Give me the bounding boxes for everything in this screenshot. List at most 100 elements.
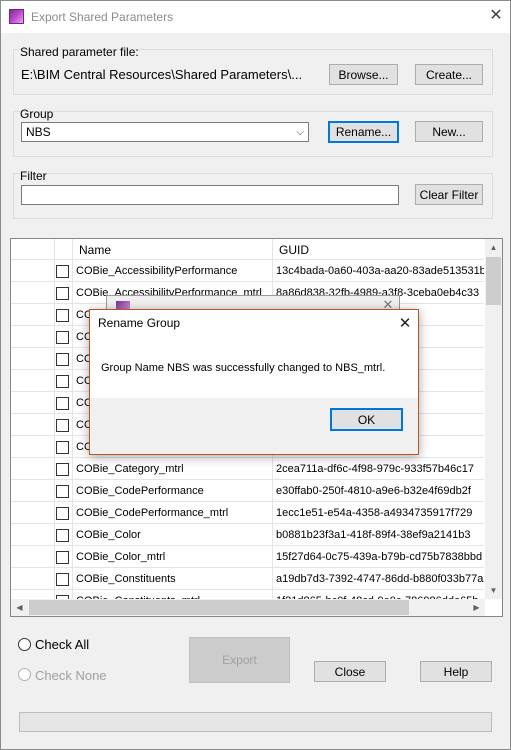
scroll-down-icon[interactable]: ▼	[485, 582, 502, 599]
row-selector[interactable]	[11, 282, 55, 304]
table-row[interactable]: COBie_AccessibilityPerformance 13c4bada-0…	[11, 260, 484, 282]
row-check-cell	[55, 436, 73, 458]
scroll-left-icon[interactable]: ◀	[11, 599, 28, 616]
row-selector[interactable]	[11, 326, 55, 348]
table-row[interactable]: COBie_Color b0881b23f3a1-418f-89f4-38ef9a…	[11, 524, 484, 546]
check-none-radio	[18, 668, 31, 681]
row-check-cell	[55, 480, 73, 502]
rename-group-dialog: Rename Group ✕ Group Name NBS was succes…	[89, 309, 419, 455]
row-guid: b0881b23f3a1-418f-89f4-38ef9a2141b3	[276, 529, 471, 541]
create-button[interactable]: Create...	[415, 64, 483, 85]
row-checkbox[interactable]	[56, 352, 69, 366]
ok-button[interactable]: OK	[330, 408, 403, 431]
hscroll-thumb[interactable]	[29, 600, 409, 615]
table-row[interactable]: COBie_Color_mtrl 15f27d64-0c75-439a-b79b-…	[11, 546, 484, 568]
scroll-right-icon[interactable]: ▶	[468, 599, 485, 616]
progress-bar	[19, 712, 492, 732]
row-name: COBie_CodePerformance	[73, 480, 273, 502]
table-row[interactable]: COBie_Constituents a19db7d3-7392-4747-86d…	[11, 568, 484, 590]
row-check-cell	[55, 326, 73, 348]
header-row-selector	[11, 239, 55, 260]
filter-label: Filter	[20, 169, 47, 183]
row-guid: 2cea711a-df6c-4f98-979c-933f57b46c17	[276, 463, 474, 475]
row-checkbox[interactable]	[56, 330, 69, 344]
row-selector[interactable]	[11, 568, 55, 590]
dialog-footer: OK	[90, 398, 418, 454]
row-check-cell	[55, 304, 73, 326]
row-checkbox[interactable]	[56, 528, 69, 542]
new-button[interactable]: New...	[415, 121, 483, 142]
row-selector[interactable]	[11, 392, 55, 414]
help-button[interactable]: Help	[420, 661, 492, 682]
row-checkbox[interactable]	[56, 396, 69, 410]
row-checkbox[interactable]	[56, 418, 69, 432]
row-checkbox[interactable]	[56, 484, 69, 498]
row-selector[interactable]	[11, 546, 55, 568]
chevron-down-icon: ⌵	[296, 126, 304, 138]
row-selector[interactable]	[11, 480, 55, 502]
group-selected-value: NBS	[26, 125, 51, 139]
row-selector[interactable]	[11, 414, 55, 436]
shared-file-label: Shared parameter file:	[20, 45, 139, 59]
row-selector[interactable]	[11, 370, 55, 392]
row-checkbox[interactable]	[56, 308, 69, 322]
scroll-up-icon[interactable]: ▲	[485, 239, 502, 256]
vertical-scrollbar[interactable]: ▲ ▼	[485, 239, 502, 599]
header-guid[interactable]: GUID	[273, 239, 484, 260]
row-checkbox[interactable]	[56, 440, 69, 454]
row-guid: e30ffab0-250f-4810-a9e6-b32e4f69db2f	[276, 485, 471, 497]
row-guid: 1ecc1e51-e54a-4358-a4934735917f729	[276, 507, 473, 519]
row-selector[interactable]	[11, 304, 55, 326]
row-selector[interactable]	[11, 436, 55, 458]
group-label: Group	[20, 107, 54, 121]
row-check-cell	[55, 458, 73, 480]
row-name: COBie_Color	[73, 524, 273, 546]
horizontal-scrollbar[interactable]: ◀ ▶	[11, 599, 485, 616]
row-name: COBie_CodePerformance_mtrl	[73, 502, 273, 524]
filter-input[interactable]	[21, 185, 399, 205]
header-check-column	[55, 239, 73, 260]
row-name: COBie_Category_mtrl	[73, 458, 273, 480]
row-check-cell	[55, 392, 73, 414]
window-title: Export Shared Parameters	[31, 10, 174, 24]
row-checkbox[interactable]	[56, 506, 69, 520]
row-checkbox[interactable]	[56, 374, 69, 388]
row-check-cell	[55, 414, 73, 436]
dialog-close-icon[interactable]: ✕	[396, 314, 414, 334]
table-row[interactable]: COBie_CodePerformance e30ffab0-250f-4810-…	[11, 480, 484, 502]
row-check-cell	[55, 502, 73, 524]
row-selector[interactable]	[11, 348, 55, 370]
header-name[interactable]: Name	[73, 239, 273, 260]
row-checkbox[interactable]	[56, 550, 69, 564]
close-button[interactable]: Close	[314, 661, 386, 682]
row-check-cell	[55, 348, 73, 370]
row-selector[interactable]	[11, 458, 55, 480]
row-guid: 15f27d64-0c75-439a-b79b-cd75b7838bbd	[276, 551, 483, 563]
row-check-cell	[55, 370, 73, 392]
close-icon[interactable]: ✕	[487, 6, 505, 26]
browse-button[interactable]: Browse...	[329, 64, 398, 85]
row-guid: 13c4bada-0a60-403a-aa20-83ade513531b	[276, 265, 484, 277]
table-row[interactable]: COBie_CodePerformance_mtrl 1ecc1e51-e54a-…	[11, 502, 484, 524]
rename-button[interactable]: Rename...	[328, 121, 399, 143]
row-check-cell	[55, 282, 73, 304]
app-icon	[9, 9, 24, 24]
clear-filter-button[interactable]: Clear Filter	[415, 184, 483, 205]
row-selector[interactable]	[11, 502, 55, 524]
table-row[interactable]: COBie_Category_mtrl 2cea711a-df6c-4f98-97…	[11, 458, 484, 480]
check-all-radio[interactable]	[18, 638, 31, 651]
row-check-cell	[55, 546, 73, 568]
row-checkbox[interactable]	[56, 462, 69, 476]
check-all-label[interactable]: Check All	[35, 637, 89, 652]
dialog-title: Rename Group	[98, 316, 181, 330]
group-select[interactable]: NBS ⌵	[21, 122, 309, 142]
row-check-cell	[55, 568, 73, 590]
title-bar: Export Shared Parameters ✕	[1, 1, 510, 33]
scroll-thumb[interactable]	[486, 257, 501, 305]
row-selector[interactable]	[11, 260, 55, 282]
check-none-label: Check None	[35, 668, 107, 683]
row-checkbox[interactable]	[56, 264, 69, 278]
row-checkbox[interactable]	[56, 572, 69, 586]
row-selector[interactable]	[11, 524, 55, 546]
row-checkbox[interactable]	[56, 286, 69, 300]
